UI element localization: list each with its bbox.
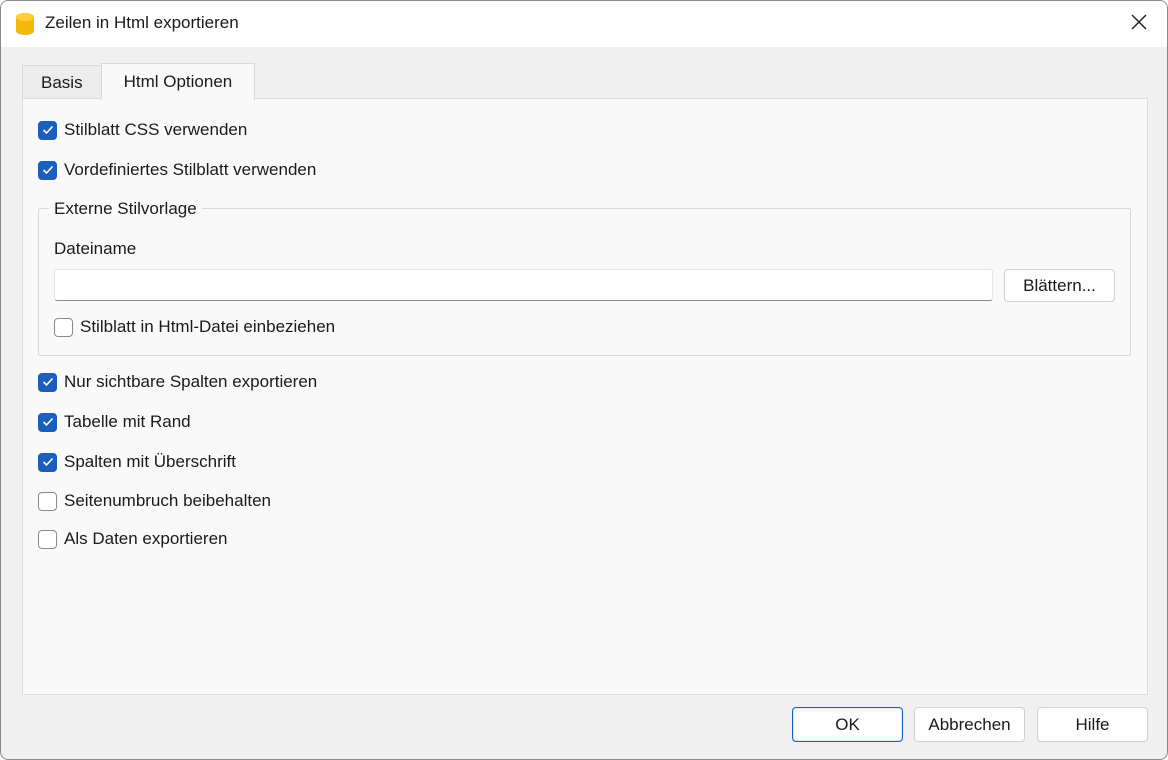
option-tabelle-mit-rand[interactable]: Tabelle mit Rand	[38, 410, 191, 434]
option-label: Als Daten exportieren	[64, 529, 228, 548]
option-vordefiniertes-stilblatt[interactable]: Vordefiniertes Stilblatt verwenden	[38, 158, 316, 182]
option-label: Nur sichtbare Spalten exportieren	[64, 372, 318, 391]
option-label: Stilblatt in Html-Datei einbeziehen	[80, 317, 336, 336]
checkbox-unchecked[interactable]	[54, 317, 73, 337]
tab-panel-html-optionen: Stilblatt CSS verwenden Vordefiniertes S…	[22, 98, 1148, 695]
title-bar: Zeilen in Html exportieren	[1, 1, 1167, 47]
checkbox-checked[interactable]	[38, 372, 57, 392]
cancel-button[interactable]: Abbrechen	[914, 707, 1025, 742]
window-title: Zeilen in Html exportieren	[45, 13, 239, 32]
checkbox-checked[interactable]	[38, 160, 57, 180]
close-button[interactable]	[1111, 1, 1167, 47]
option-label: Seitenumbruch beibehalten	[64, 491, 271, 510]
tab-basis[interactable]: Basis	[22, 65, 102, 99]
tab-html-optionen[interactable]: Html Optionen	[100, 63, 256, 100]
option-label: Stilblatt CSS verwenden	[64, 120, 248, 139]
option-stilblatt-einbeziehen[interactable]: Stilblatt in Html-Datei einbeziehen	[54, 315, 335, 339]
browse-button[interactable]: Blättern...	[1004, 269, 1115, 302]
checkbox-checked[interactable]	[38, 412, 57, 432]
group-externe-stilvorlage: Externe Stilvorlage Dateiname Blättern..…	[38, 199, 1131, 356]
filename-input[interactable]	[54, 269, 993, 301]
option-label: Vordefiniertes Stilblatt verwenden	[64, 160, 317, 179]
checkbox-checked[interactable]	[38, 452, 57, 472]
group-legend: Externe Stilvorlage	[49, 199, 202, 219]
help-button[interactable]: Hilfe	[1037, 707, 1148, 742]
option-label: Tabelle mit Rand	[64, 412, 191, 431]
option-spalten-mit-ueberschrift[interactable]: Spalten mit Überschrift	[38, 450, 236, 474]
option-stilblatt-css[interactable]: Stilblatt CSS verwenden	[38, 118, 247, 142]
option-seitenumbruch[interactable]: Seitenumbruch beibehalten	[38, 489, 271, 513]
checkbox-unchecked[interactable]	[38, 529, 57, 549]
option-label: Spalten mit Überschrift	[64, 452, 236, 471]
tab-bar: Basis Html Optionen	[22, 63, 256, 100]
close-icon	[1131, 14, 1147, 35]
option-als-daten-exportieren[interactable]: Als Daten exportieren	[38, 527, 227, 551]
option-nur-sichtbare-spalten[interactable]: Nur sichtbare Spalten exportieren	[38, 370, 317, 394]
database-icon	[15, 12, 35, 36]
dialog-window: Zeilen in Html exportieren Basis Html Op…	[0, 0, 1168, 760]
filename-label: Dateiname	[54, 239, 137, 258]
checkbox-checked[interactable]	[38, 120, 57, 140]
ok-button[interactable]: OK	[792, 707, 903, 742]
checkbox-unchecked[interactable]	[38, 491, 57, 511]
